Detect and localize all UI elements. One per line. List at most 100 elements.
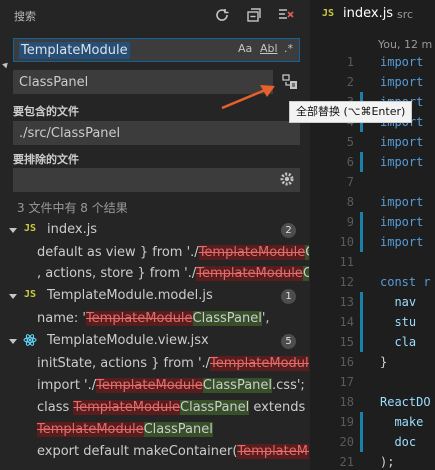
result-file-index-js[interactable]: JS index.js 2 bbox=[0, 220, 310, 242]
line-number: 8 bbox=[346, 195, 354, 209]
match-context-before: name: ' bbox=[37, 311, 86, 326]
match-whole-word-toggle[interactable]: Abl bbox=[260, 42, 278, 55]
git-blame-annotation: You, 12 m bbox=[378, 38, 433, 51]
exclude-input[interactable] bbox=[19, 171, 219, 189]
editor-tab-bar: JS index.js src bbox=[310, 0, 435, 32]
react-file-icon bbox=[23, 333, 37, 347]
code-text: const r bbox=[380, 275, 431, 289]
match-inserted-text: ClassPanel bbox=[143, 422, 213, 437]
line-number: 21 bbox=[339, 455, 354, 469]
code-text: import bbox=[380, 195, 424, 209]
result-match[interactable]: import './TemplateModuleClassPanel.css'; bbox=[37, 375, 309, 397]
code-line[interactable]: 12 const r bbox=[310, 272, 435, 292]
code-line[interactable]: 2 import bbox=[310, 72, 435, 92]
code-editor[interactable]: JS index.js src You, 12 m 1 import 2 import… bbox=[310, 0, 435, 470]
result-count-badge: 5 bbox=[281, 334, 296, 349]
include-label: 要包含的文件 bbox=[13, 105, 79, 118]
replace-input[interactable] bbox=[19, 73, 219, 91]
code-line[interactable]: 6 import bbox=[310, 152, 435, 172]
code-line[interactable]: 20 doc bbox=[310, 432, 435, 452]
tab-label: index.js bbox=[343, 6, 394, 21]
chevron-down-icon bbox=[9, 228, 17, 233]
code-line[interactable]: 10 import bbox=[310, 232, 435, 252]
match-removed-text: TemplateModule bbox=[198, 245, 306, 260]
code-text: import bbox=[380, 235, 424, 249]
line-number: 5 bbox=[346, 135, 354, 149]
match-context-before: initState, actions } from './ bbox=[37, 356, 211, 371]
match-removed-text: TemplateMo bbox=[237, 444, 309, 459]
code-line[interactable]: 13 nav bbox=[310, 292, 435, 312]
exclude-field[interactable] bbox=[13, 168, 300, 192]
git-change-marker bbox=[360, 232, 363, 252]
chevron-down-icon bbox=[9, 339, 17, 344]
match-inserted-text: ClassPanel bbox=[180, 400, 250, 415]
code-line[interactable]: 18 ReactDO bbox=[310, 392, 435, 412]
result-file-view-jsx[interactable]: TemplateModule.view.jsx 5 bbox=[0, 331, 310, 353]
code-line[interactable]: 7 bbox=[310, 172, 435, 192]
replace-all-icon[interactable] bbox=[281, 73, 299, 91]
match-context-after: .css'; bbox=[272, 378, 305, 393]
result-match[interactable]: initState, actions } from './TemplateMod… bbox=[37, 353, 309, 375]
code-text: import bbox=[380, 135, 424, 149]
find-input-text[interactable]: TemplateModule bbox=[19, 42, 130, 59]
settings-gear-icon[interactable] bbox=[279, 171, 295, 187]
code-text: } bbox=[380, 355, 388, 369]
result-file-model-js[interactable]: JS TemplateModule.model.js 1 bbox=[0, 286, 310, 308]
tab-directory: src bbox=[397, 8, 414, 21]
code-text: doc bbox=[380, 435, 417, 449]
include-input[interactable] bbox=[19, 124, 219, 142]
result-match[interactable]: TemplateModuleClassPanel bbox=[37, 419, 309, 441]
code-text: cla bbox=[380, 335, 417, 349]
line-number: 6 bbox=[346, 155, 354, 169]
find-field[interactable]: TemplateModule Aa Abl .* bbox=[13, 38, 300, 62]
result-match[interactable]: export default makeContainer(TemplateMo bbox=[37, 441, 309, 463]
git-change-marker bbox=[360, 332, 363, 352]
match-inserted-text: ClassPanel bbox=[202, 378, 273, 393]
line-number: 1 bbox=[346, 55, 354, 69]
line-number: 20 bbox=[339, 435, 354, 449]
code-line[interactable]: 21); bbox=[310, 452, 435, 470]
result-match[interactable]: name: 'TemplateModuleClassPanel', bbox=[37, 308, 309, 330]
clear-results-icon[interactable] bbox=[276, 5, 296, 25]
collapse-all-icon[interactable] bbox=[244, 5, 264, 25]
results-summary: 3 文件中有 8 个结果 bbox=[17, 201, 128, 215]
match-context-after: extends bbox=[249, 400, 306, 415]
match-context-before: class bbox=[37, 400, 74, 415]
code-line[interactable]: 16} bbox=[310, 352, 435, 372]
git-change-marker bbox=[360, 292, 363, 312]
match-removed-text: TemplateModule bbox=[37, 422, 144, 437]
code-line[interactable]: 19 make bbox=[310, 412, 435, 432]
code-line[interactable]: 1 import bbox=[310, 52, 435, 72]
code-line[interactable]: 14 stu bbox=[310, 312, 435, 332]
code-line[interactable]: 11 bbox=[310, 252, 435, 272]
code-line[interactable]: 17 bbox=[310, 372, 435, 392]
result-match[interactable]: class TemplateModuleClassPanel extends bbox=[37, 397, 309, 419]
result-match[interactable]: , actions, store } from './TemplateModul… bbox=[37, 263, 309, 285]
chevron-down-icon bbox=[9, 294, 17, 299]
include-field[interactable] bbox=[13, 121, 300, 145]
result-file-name: TemplateModule.model.js bbox=[47, 288, 213, 303]
match-case-toggle[interactable]: Aa bbox=[238, 42, 252, 55]
match-removed-text: TemplateModule bbox=[196, 266, 303, 281]
js-file-icon: JS bbox=[322, 8, 335, 19]
result-file-name: TemplateModule.view.jsx bbox=[47, 333, 209, 348]
line-number: 14 bbox=[339, 315, 354, 329]
line-number: 15 bbox=[339, 335, 354, 349]
use-regex-toggle[interactable]: .* bbox=[284, 42, 293, 55]
line-number: 13 bbox=[339, 295, 354, 309]
code-line[interactable]: 8 import bbox=[310, 192, 435, 212]
line-number: 18 bbox=[339, 395, 354, 409]
line-number: 10 bbox=[339, 235, 354, 249]
match-context-after: ', bbox=[261, 311, 270, 326]
code-text: ); bbox=[380, 455, 395, 469]
toggle-replace-icon[interactable] bbox=[2, 60, 10, 69]
result-match[interactable]: default as view } from './TemplateModule… bbox=[37, 242, 309, 264]
match-removed-text: TemplateModule bbox=[73, 400, 180, 415]
git-change-marker bbox=[360, 412, 363, 432]
code-line[interactable]: 9 import bbox=[310, 212, 435, 232]
code-line[interactable]: 5 import bbox=[310, 132, 435, 152]
match-context-before: import './ bbox=[37, 378, 97, 393]
refresh-icon[interactable] bbox=[212, 5, 232, 25]
code-text: ReactDO bbox=[380, 395, 431, 409]
code-line[interactable]: 15 cla bbox=[310, 332, 435, 352]
